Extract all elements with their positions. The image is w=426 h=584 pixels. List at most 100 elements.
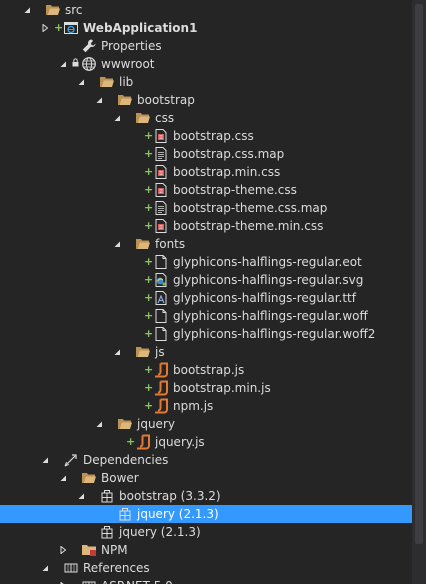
file-icon <box>153 326 169 342</box>
tree-item[interactable]: fonts <box>0 235 426 253</box>
added-indicator-icon: + <box>144 291 154 304</box>
tree-item[interactable]: + glyphicons-halflings-regular.ttf <box>0 289 426 307</box>
text-file-icon <box>153 146 169 162</box>
file-icon <box>153 254 169 270</box>
npm-folder-icon <box>81 542 97 558</box>
css-file-icon <box>153 128 169 144</box>
dependencies-icon <box>63 452 79 468</box>
tree-item[interactable]: jquery (2.1.3) <box>0 523 426 541</box>
tree-item-label: fonts <box>155 237 186 251</box>
collapse-toggle[interactable] <box>40 559 50 577</box>
tree-item[interactable]: + bootstrap.min.css <box>0 163 426 181</box>
collapse-toggle[interactable] <box>76 487 86 505</box>
tree-item[interactable]: + bootstrap-theme.css <box>0 181 426 199</box>
expand-toggle[interactable] <box>58 577 68 584</box>
tree-item[interactable]: + glyphicons-halflings-regular.eot <box>0 253 426 271</box>
tree-item[interactable]: + npm.js <box>0 397 426 415</box>
tree-item[interactable]: Dependencies <box>0 451 426 469</box>
expanded-caret-icon <box>60 61 66 67</box>
tree-item[interactable]: bootstrap (3.3.2) <box>0 487 426 505</box>
tree-item[interactable]: + WebApplication1 <box>0 19 426 37</box>
tree-item[interactable]: Properties <box>0 37 426 55</box>
tree-item[interactable]: + glyphicons-halflings-regular.svg <box>0 271 426 289</box>
collapsed-caret-icon <box>60 546 67 554</box>
added-indicator-icon: + <box>144 147 154 160</box>
tree-item[interactable]: src <box>0 1 426 19</box>
added-indicator-icon: + <box>144 399 154 412</box>
lock-icon <box>72 58 79 67</box>
collapse-toggle[interactable] <box>58 55 68 73</box>
tree-item[interactable]: + glyphicons-halflings-regular.woff2 <box>0 325 426 343</box>
js-file-icon <box>153 362 169 378</box>
text-file-icon <box>153 200 169 216</box>
solution-explorer-tree: src + WebApplication1 Properties wwwroot lib b… <box>0 0 426 584</box>
tree-item-label: npm.js <box>173 399 214 413</box>
tree-item-label: jquery.js <box>155 435 205 449</box>
collapse-toggle[interactable] <box>112 235 122 253</box>
tree-item-label: bootstrap.min.js <box>173 381 271 395</box>
css-file-icon <box>153 182 169 198</box>
tree-item[interactable]: Bower <box>0 469 426 487</box>
collapse-toggle[interactable] <box>58 469 68 487</box>
tree-item[interactable]: + bootstrap-theme.min.css <box>0 217 426 235</box>
tree-item[interactable]: + bootstrap-theme.css.map <box>0 199 426 217</box>
tree-item[interactable]: + bootstrap.js <box>0 361 426 379</box>
tree-item[interactable]: jquery <box>0 415 426 433</box>
tree-item[interactable]: css <box>0 109 426 127</box>
added-indicator-icon: + <box>144 363 154 376</box>
added-indicator-icon: + <box>144 255 154 268</box>
collapse-toggle[interactable] <box>112 343 122 361</box>
expanded-caret-icon <box>96 421 102 427</box>
tree-item-label: bootstrap (3.3.2) <box>119 489 221 503</box>
expanded-caret-icon <box>114 241 120 247</box>
vertical-scrollbar[interactable] <box>412 0 426 584</box>
folder-open-icon <box>45 2 61 18</box>
tree-item[interactable]: wwwroot <box>0 55 426 73</box>
tree-item[interactable]: References <box>0 559 426 577</box>
tree-item[interactable]: lib <box>0 73 426 91</box>
expand-toggle[interactable] <box>40 19 50 37</box>
globe-icon <box>81 56 97 72</box>
tree-item[interactable]: js <box>0 343 426 361</box>
expanded-caret-icon <box>96 97 102 103</box>
collapse-toggle[interactable] <box>76 73 86 91</box>
tree-item[interactable]: + bootstrap.css.map <box>0 145 426 163</box>
expanded-caret-icon <box>60 475 66 481</box>
references-icon <box>81 578 97 584</box>
tree-item-label: bootstrap-theme.css <box>173 183 297 197</box>
collapse-toggle[interactable] <box>112 109 122 127</box>
web-project-icon <box>63 20 79 36</box>
expand-toggle[interactable] <box>58 541 68 559</box>
tree-item[interactable]: ASP.NET 5.0 <box>0 577 426 584</box>
tree-item[interactable]: + glyphicons-halflings-regular.woff <box>0 307 426 325</box>
collapse-toggle[interactable] <box>40 451 50 469</box>
tree-item-label: bootstrap.css <box>173 129 254 143</box>
expanded-caret-icon <box>42 457 48 463</box>
lock-icon <box>72 55 80 73</box>
tree-item[interactable]: jquery (2.1.3) <box>0 505 426 523</box>
scrollbar-thumb[interactable] <box>415 4 423 544</box>
tree-item[interactable]: NPM <box>0 541 426 559</box>
js-file-icon <box>153 398 169 414</box>
collapse-toggle[interactable] <box>22 1 32 19</box>
expanded-caret-icon <box>42 565 48 571</box>
tree-item-label: jquery (2.1.3) <box>119 525 201 539</box>
expanded-caret-icon <box>114 349 120 355</box>
tree-item-label: jquery (2.1.3) <box>137 507 219 521</box>
added-indicator-icon: + <box>144 273 154 286</box>
added-indicator-icon: + <box>126 435 136 448</box>
collapse-toggle[interactable] <box>94 415 104 433</box>
tree-item[interactable]: bootstrap <box>0 91 426 109</box>
added-indicator-icon: + <box>144 129 154 142</box>
folder-open-icon <box>117 92 133 108</box>
tree-item[interactable]: + bootstrap.css <box>0 127 426 145</box>
collapse-toggle[interactable] <box>94 91 104 109</box>
folder-open-icon <box>135 110 151 126</box>
svg-file-icon <box>153 272 169 288</box>
tree-item[interactable]: + bootstrap.min.js <box>0 379 426 397</box>
tree-item[interactable]: + jquery.js <box>0 433 426 451</box>
tree-item-label: Bower <box>101 471 139 485</box>
tree-item-label: glyphicons-halflings-regular.eot <box>173 255 362 269</box>
references-icon <box>63 560 79 576</box>
tree-item-label: bootstrap <box>137 93 195 107</box>
